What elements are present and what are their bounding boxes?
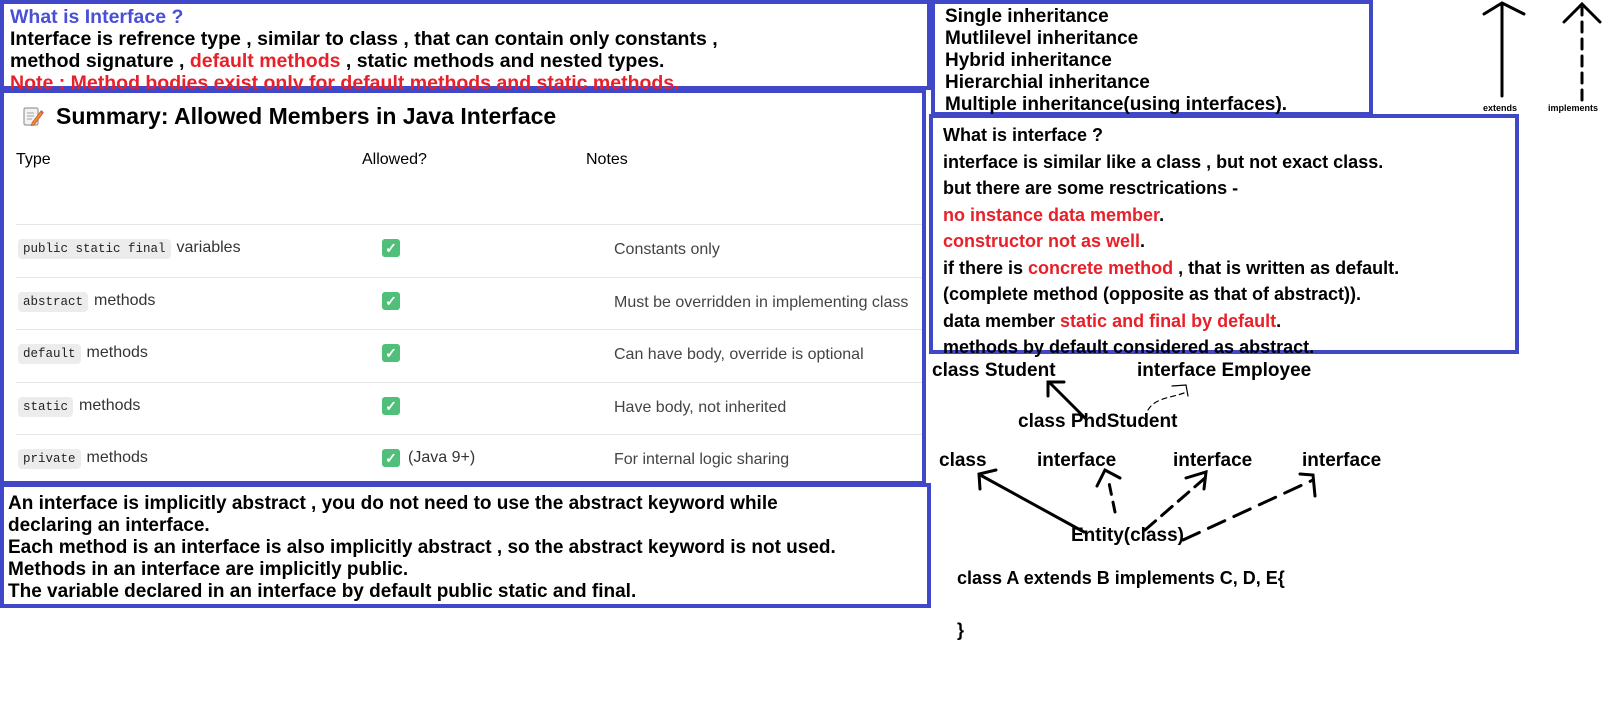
diagram-class-phdstudent: class PhdStudent [1018, 411, 1178, 432]
diagram-class: class [939, 450, 987, 471]
code-line-1: class A extends B implements C, D, E{ [957, 568, 1285, 588]
diagram-interface-2: interface [1173, 450, 1253, 471]
diagram-interface-employee: interface Employee [1137, 360, 1312, 381]
arrow-drawings [977, 1, 1602, 542]
diagram-interface-3: interface [1302, 450, 1382, 471]
diagram-class-student: class Student [932, 360, 1056, 381]
diagram-interface-1: interface [1037, 450, 1117, 471]
legend-extends-label: extends [1483, 103, 1518, 113]
diagram-entity: Entity(class) [1071, 525, 1184, 546]
code-line-2: } [957, 620, 965, 640]
legend-implements-label: implements [1548, 103, 1599, 113]
